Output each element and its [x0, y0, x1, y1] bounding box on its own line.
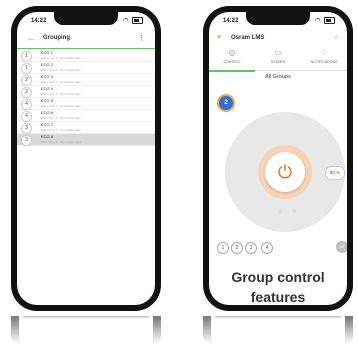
group-number[interactable]: 3 — [21, 135, 32, 146]
list-item[interactable]: 1 ECG 2 Ekko Type 4 · Dimmable Light — [17, 62, 155, 74]
item-name: ECG 8 — [41, 134, 54, 139]
item-subtitle: Ekko Type 4 · Dimmable Light — [41, 92, 81, 96]
bell-icon: ♢ — [320, 48, 328, 57]
item-subtitle: Ekko Type 4 · Dimmable Light — [41, 104, 81, 108]
item-subtitle: Ekko Type 4 · Dimmable Light — [41, 128, 81, 132]
caption-line-2: features — [250, 289, 306, 305]
menu-icon[interactable]: ≡ — [217, 34, 221, 41]
item-name: ECG 4 — [41, 86, 54, 91]
level-percent-badge: 80 % — [325, 166, 345, 180]
status-time: 14:22 — [31, 18, 47, 24]
monitor-icon: ▭ — [274, 48, 282, 57]
reflection-bottom — [215, 316, 341, 319]
status-icons: ◠ — [315, 17, 335, 24]
arrow-left-icon[interactable]: ← — [27, 33, 36, 43]
item-name: ECG 1 — [41, 50, 54, 55]
battery-icon — [324, 17, 335, 24]
group-number[interactable]: 4 — [21, 111, 32, 122]
power-icon[interactable]: ⏻ — [265, 152, 305, 192]
page-title: Grouping — [43, 35, 70, 41]
tab-notifications[interactable]: ♢ NOTIFICATIONS — [301, 48, 347, 70]
more-vertical-icon[interactable]: ⋮ — [138, 34, 145, 42]
list-item[interactable]: 2 ECG 3 Ekko Type 4 · Dimmable Light — [17, 74, 155, 86]
group-button-1[interactable]: 1 — [217, 242, 229, 254]
wifi-icon: ◠ — [123, 18, 130, 25]
tab-scenes[interactable]: ▭ SCENES — [255, 48, 301, 70]
list-item[interactable]: 4 ECG 5 Ekko Type 4 · Dimmable Light — [17, 98, 155, 110]
feature-caption: Group control features — [209, 267, 347, 305]
star-icon[interactable]: ☆ — [334, 34, 339, 41]
app-bar: ← Grouping ⋮ — [17, 32, 155, 49]
tab-bar: ◎ CONTROL ▭ SCENES ♢ NOTIFICATIONS — [209, 48, 347, 72]
reflection-left — [11, 316, 19, 344]
item-name: ECG 2 — [41, 62, 54, 67]
reflection-bottom — [23, 316, 149, 319]
page-title: Osram LMS — [231, 35, 265, 41]
item-name: ECG 6 — [41, 110, 54, 115]
group-number[interactable]: 1 — [21, 51, 32, 62]
group-number[interactable]: 2 — [21, 75, 32, 86]
group-number[interactable]: 2 — [21, 87, 32, 98]
ecg-list: 1 ECG 1 Ekko Type 4 · Dimmable Light 1 E… — [17, 50, 155, 146]
list-item[interactable]: 4 ECG 6 Ekko Type 4 · Dimmable Light — [17, 110, 155, 122]
group-button-2[interactable]: 2 — [231, 242, 243, 254]
item-subtitle: Ekko Type 4 · Dimmable Light — [41, 68, 81, 72]
wifi-icon: ◠ — [315, 18, 322, 25]
tab-label: CONTROL — [223, 60, 241, 64]
group-count-badge: 2 — [219, 96, 233, 110]
group-number[interactable]: 4 — [21, 99, 32, 110]
item-name: ECG 3 — [41, 74, 54, 79]
item-subtitle: Ekko Type 4 · Dimmable Light — [41, 116, 81, 120]
phone-reflection — [203, 316, 353, 349]
sun-icon: ☼ — [291, 208, 298, 215]
item-subtitle: Ekko Type 4 · Dimmable Light — [41, 140, 81, 144]
status-time: 14:22 — [223, 18, 239, 24]
list-item[interactable]: 1 ECG 1 Ekko Type 4 · Dimmable Light — [17, 50, 155, 62]
caption-line-1: Group control — [231, 269, 325, 285]
group-button-4[interactable]: 4 — [261, 242, 273, 254]
all-groups-button[interactable]: All — [336, 241, 347, 253]
phone-screen: 14:22 ◠ ≡ Osram LMS ☆ ◎ CONTROL ▭ SCENES… — [209, 12, 347, 305]
battery-icon — [132, 17, 143, 24]
phone-control: 14:22 ◠ ≡ Osram LMS ☆ ◎ CONTROL ▭ SCENES… — [203, 6, 353, 311]
phone-grouping: 14:22 ◠ ← Grouping ⋮ 1 ECG 1 Ekko Type 4… — [11, 6, 161, 311]
bulb-icon: ◎ — [228, 48, 236, 57]
list-item[interactable]: 2 ECG 4 Ekko Type 4 · Dimmable Light — [17, 86, 155, 98]
app-bar: ≡ Osram LMS ☆ — [209, 32, 347, 44]
reflection-right — [345, 316, 353, 344]
reflection-left — [203, 316, 211, 344]
reflection-right — [153, 316, 161, 344]
notch — [246, 12, 310, 25]
phone-screen: 14:22 ◠ ← Grouping ⋮ 1 ECG 1 Ekko Type 4… — [17, 12, 155, 305]
moon-icon: ☾ — [279, 209, 284, 215]
tab-control[interactable]: ◎ CONTROL — [209, 48, 255, 72]
group-number[interactable]: 3 — [21, 123, 32, 134]
item-name: ECG 5 — [41, 98, 54, 103]
tab-label: NOTIFICATIONS — [310, 60, 338, 64]
notch — [54, 12, 118, 25]
group-button-3[interactable]: 3 — [245, 242, 257, 254]
phone-reflection — [11, 316, 161, 349]
list-item-selected[interactable]: 3 ECG 8 Ekko Type 4 · Dimmable Light — [17, 134, 155, 146]
group-number[interactable]: 1 — [21, 63, 32, 74]
item-subtitle: Ekko Type 4 · Dimmable Light — [41, 80, 81, 84]
tab-label: SCENES — [270, 60, 286, 64]
list-item[interactable]: 3 ECG 7 Ekko Type 4 · Dimmable Light — [17, 122, 155, 134]
item-subtitle: Ekko Type 4 · Dimmable Light — [41, 56, 81, 60]
status-icons: ◠ — [123, 17, 143, 24]
item-name: ECG 7 — [41, 122, 54, 127]
group-title: All Groups — [265, 74, 291, 80]
